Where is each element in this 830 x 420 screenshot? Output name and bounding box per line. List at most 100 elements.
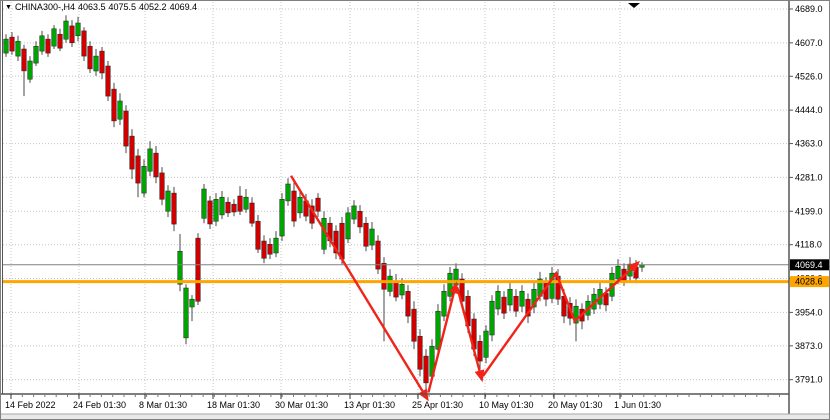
candle — [136, 156, 141, 183]
x-axis-label: 20 May 01:30 — [548, 400, 603, 410]
candle — [172, 193, 177, 224]
candle — [478, 341, 483, 361]
candle — [34, 46, 39, 63]
candle — [370, 229, 375, 245]
candle — [238, 196, 243, 211]
symbol-dropdown-icon: ▼ — [5, 4, 12, 11]
candle — [220, 197, 225, 215]
candle — [412, 309, 417, 341]
candle — [28, 61, 33, 79]
x-axis-label: 25 Apr 01:30 — [412, 400, 463, 410]
x-axis-label: 14 Feb 2022 — [5, 400, 56, 410]
x-axis-label: 30 Mar 01:30 — [275, 400, 328, 410]
candle — [448, 273, 453, 296]
y-axis-label: 4526.0 — [795, 71, 823, 81]
candle — [274, 238, 279, 253]
bottom-band — [1, 414, 830, 420]
candle — [142, 166, 147, 193]
candle — [10, 37, 15, 51]
candle — [4, 39, 9, 53]
y-axis-label: 3791.0 — [795, 375, 823, 385]
candle — [64, 21, 69, 39]
y-axis-label: 4363.0 — [795, 139, 823, 149]
candle — [292, 191, 297, 221]
candle — [148, 149, 153, 171]
candle — [616, 266, 621, 279]
price-chart[interactable]: 4689.04607.04526.04444.04363.04281.04199… — [1, 1, 830, 420]
y-axis-label: 3873.0 — [795, 341, 823, 351]
x-axis-label: 24 Feb 01:30 — [73, 400, 126, 410]
candle — [508, 289, 513, 305]
y-axis-label: 4281.0 — [795, 172, 823, 182]
candle — [154, 153, 159, 177]
y-axis-label: 4444.0 — [795, 105, 823, 115]
candle — [112, 89, 117, 121]
ohlc-high: 4075.5 — [109, 2, 137, 12]
candle — [250, 203, 255, 223]
candle — [46, 39, 51, 53]
candle — [106, 66, 111, 96]
candle — [178, 251, 183, 284]
y-axis-label: 3954.0 — [795, 307, 823, 317]
candle — [256, 221, 261, 249]
candle — [400, 284, 405, 295]
y-axis-label: 4199.0 — [795, 206, 823, 216]
symbol-period-label: CHINA300-,H4 — [15, 2, 75, 12]
candle — [16, 41, 21, 56]
candle — [286, 184, 291, 201]
y-axis-label: 4118.0 — [795, 240, 822, 250]
candle — [76, 23, 81, 36]
candle — [496, 291, 501, 309]
candle — [88, 46, 93, 69]
candle — [352, 206, 357, 219]
x-axis-label: 13 Apr 01:30 — [344, 400, 395, 410]
candle — [280, 199, 285, 236]
candle — [118, 101, 123, 119]
candle — [70, 26, 75, 43]
candle — [424, 356, 429, 383]
candle — [196, 238, 201, 301]
y-axis-label: 4607.0 — [795, 38, 823, 48]
x-axis-label: 8 Mar 01:30 — [139, 400, 187, 410]
candle — [58, 34, 63, 48]
candle — [514, 296, 519, 311]
candle — [262, 241, 267, 258]
candle — [202, 189, 207, 218]
candle — [490, 301, 495, 335]
x-axis-label: 18 Mar 01:30 — [207, 400, 260, 410]
candle — [52, 29, 57, 46]
candle — [358, 211, 363, 227]
candle — [388, 276, 393, 291]
candle — [130, 136, 135, 169]
candle — [82, 31, 87, 56]
candle — [520, 291, 525, 306]
mt4-chart-window: 4689.04607.04526.04444.04363.04281.04199… — [0, 0, 830, 420]
candle — [190, 299, 195, 307]
candle — [214, 199, 219, 221]
candle — [634, 267, 639, 278]
candle — [244, 197, 249, 209]
candle — [340, 223, 345, 259]
candle — [382, 263, 387, 289]
candle — [166, 191, 171, 211]
ohlc-open: 4063.5 — [78, 2, 106, 12]
candle — [208, 201, 213, 224]
candle — [316, 198, 321, 211]
candle — [484, 331, 489, 357]
ohlc-close: 4069.4 — [170, 2, 198, 12]
candle — [40, 36, 45, 51]
candle — [100, 51, 105, 73]
candle — [406, 291, 411, 316]
chart-title: ▼CHINA300-,H44063.54075.54052.24069.4 — [5, 2, 200, 12]
candle — [364, 223, 369, 246]
candle — [226, 202, 231, 213]
candle — [160, 173, 165, 199]
candle — [442, 291, 447, 316]
current-price-badge-label: 4069.4 — [795, 260, 823, 270]
candle — [298, 197, 303, 213]
chart-background — [1, 1, 830, 420]
candle — [232, 204, 237, 212]
orange-level-badge-label: 4028.6 — [795, 277, 823, 287]
x-axis-label: 10 May 01:30 — [479, 400, 534, 410]
candle — [22, 49, 27, 71]
